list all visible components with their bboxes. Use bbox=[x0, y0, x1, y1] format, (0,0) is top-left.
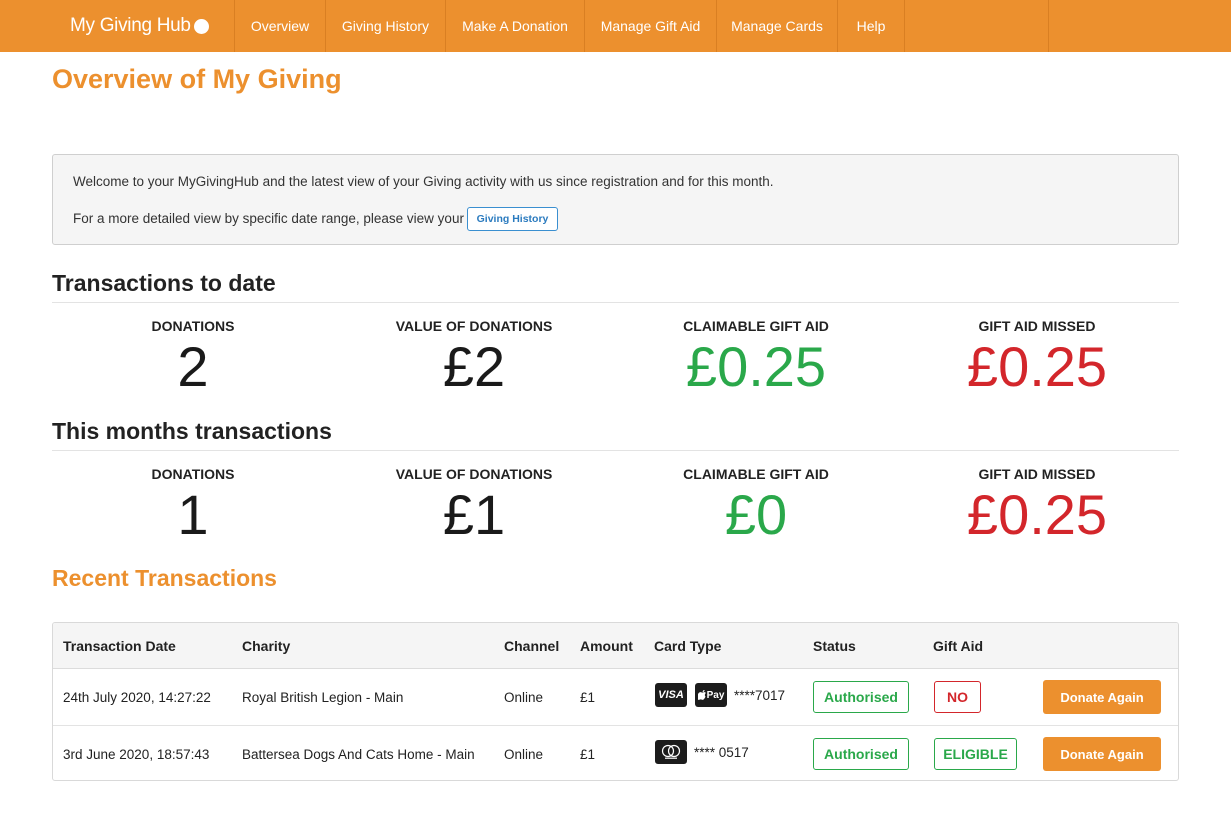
apple-pay-icon: Pay bbox=[695, 683, 727, 707]
channel: Online bbox=[504, 747, 544, 762]
brand-logo[interactable]: My Giving Hub bbox=[0, 0, 234, 52]
card-number: ****7017 bbox=[734, 688, 786, 703]
stat-label: CLAIMABLE GIFT AID bbox=[683, 318, 829, 334]
welcome-text: Welcome to your MyGivingHub and the late… bbox=[73, 174, 774, 189]
apple-icon bbox=[697, 690, 706, 700]
table-header: Transaction Date Charity Channel Amount … bbox=[53, 623, 1178, 669]
stat-value: 1 bbox=[177, 483, 209, 546]
stat-label: CLAIMABLE GIFT AID bbox=[683, 466, 829, 482]
donate-again-button[interactable]: Donate Again bbox=[1043, 737, 1161, 771]
section-heading-to-date: Transactions to date bbox=[52, 270, 276, 296]
section-heading-this-month: This months transactions bbox=[52, 418, 332, 444]
stat-claimable-gift-aid-this-month: CLAIMABLE GIFT AID £0 bbox=[615, 466, 897, 546]
stat-label: GIFT AID MISSED bbox=[978, 466, 1096, 482]
welcome-panel: Welcome to your MyGivingHub and the late… bbox=[52, 154, 1179, 245]
card-number: **** 0517 bbox=[694, 745, 749, 760]
column-header-amount: Amount bbox=[580, 638, 633, 654]
nav-help[interactable]: Help bbox=[838, 0, 904, 52]
stat-donations-this-month: DONATIONS 1 bbox=[52, 466, 334, 546]
brand-dot-icon bbox=[193, 18, 209, 34]
column-header-card-type: Card Type bbox=[654, 638, 722, 654]
nav-manage-cards[interactable]: Manage Cards bbox=[717, 0, 837, 52]
status-badge: Authorised bbox=[813, 681, 909, 713]
detail-view-text: For a more detailed view by specific dat… bbox=[73, 211, 464, 226]
stat-donations-to-date: DONATIONS 2 bbox=[52, 318, 334, 398]
stat-gift-aid-missed-this-month: GIFT AID MISSED £0.25 bbox=[896, 466, 1178, 546]
stat-gift-aid-missed-to-date: GIFT AID MISSED £0.25 bbox=[896, 318, 1178, 398]
stat-claimable-gift-aid-to-date: CLAIMABLE GIFT AID £0.25 bbox=[615, 318, 897, 398]
nav-giving-history[interactable]: Giving History bbox=[326, 0, 445, 52]
charity-name: Battersea Dogs And Cats Home - Main bbox=[242, 747, 475, 762]
section-divider bbox=[52, 450, 1179, 451]
column-header-channel: Channel bbox=[504, 638, 560, 654]
table-row: 3rd June 2020, 18:57:43 Battersea Dogs A… bbox=[53, 725, 1178, 780]
donate-again-button[interactable]: Donate Again bbox=[1043, 680, 1161, 714]
transactions-table: Transaction Date Charity Channel Amount … bbox=[52, 622, 1179, 781]
stat-value-to-date: VALUE OF DONATIONS £2 bbox=[333, 318, 615, 398]
brand-name: My Giving Hub bbox=[70, 15, 191, 36]
apple-pay-label: Pay bbox=[706, 689, 725, 701]
nav-manage-gift-aid[interactable]: Manage Gift Aid bbox=[585, 0, 716, 52]
mastercard-icon bbox=[655, 740, 687, 764]
stat-value: £2 bbox=[442, 335, 506, 398]
stat-value: £0.25 bbox=[966, 335, 1108, 398]
stat-value: £0 bbox=[724, 483, 788, 546]
amount: £1 bbox=[580, 747, 596, 762]
stat-label: VALUE OF DONATIONS bbox=[395, 466, 553, 482]
transaction-date: 3rd June 2020, 18:57:43 bbox=[63, 747, 210, 762]
stat-value: £1 bbox=[442, 483, 506, 546]
charity-name: Royal British Legion - Main bbox=[242, 690, 404, 705]
stat-label: GIFT AID MISSED bbox=[978, 318, 1096, 334]
recent-transactions-heading: Recent Transactions bbox=[52, 565, 277, 591]
visa-card-icon: VISA bbox=[655, 683, 687, 707]
stat-label: DONATIONS bbox=[151, 318, 235, 334]
stat-label: DONATIONS bbox=[151, 466, 235, 482]
column-header-charity: Charity bbox=[242, 638, 291, 654]
stat-value: £0.25 bbox=[685, 335, 827, 398]
giving-history-button[interactable]: Giving History bbox=[467, 207, 558, 231]
stat-value: 2 bbox=[177, 335, 209, 398]
page-title: Overview of My Giving bbox=[52, 64, 342, 94]
column-header-gift-aid: Gift Aid bbox=[933, 638, 984, 654]
section-divider bbox=[52, 302, 1179, 303]
status-badge: Authorised bbox=[813, 738, 909, 770]
column-header-date: Transaction Date bbox=[63, 638, 176, 654]
mastercard-circles-icon bbox=[661, 744, 681, 759]
column-header-status: Status bbox=[813, 638, 856, 654]
stat-value-this-month: VALUE OF DONATIONS £1 bbox=[333, 466, 615, 546]
stat-label: VALUE OF DONATIONS bbox=[395, 318, 553, 334]
gift-aid-badge: NO bbox=[934, 681, 981, 713]
table-row: 24th July 2020, 14:27:22 Royal British L… bbox=[53, 669, 1178, 725]
channel: Online bbox=[504, 690, 544, 705]
nav-overview[interactable]: Overview bbox=[235, 0, 325, 52]
nav-divider bbox=[1048, 0, 1049, 52]
gift-aid-badge: ELIGIBLE bbox=[934, 738, 1017, 770]
stat-value: £0.25 bbox=[966, 483, 1108, 546]
nav-make-a-donation[interactable]: Make A Donation bbox=[446, 0, 584, 52]
top-navbar: My Giving Hub Overview Giving History Ma… bbox=[0, 0, 1231, 52]
transaction-date: 24th July 2020, 14:27:22 bbox=[63, 690, 211, 705]
amount: £1 bbox=[580, 690, 596, 705]
